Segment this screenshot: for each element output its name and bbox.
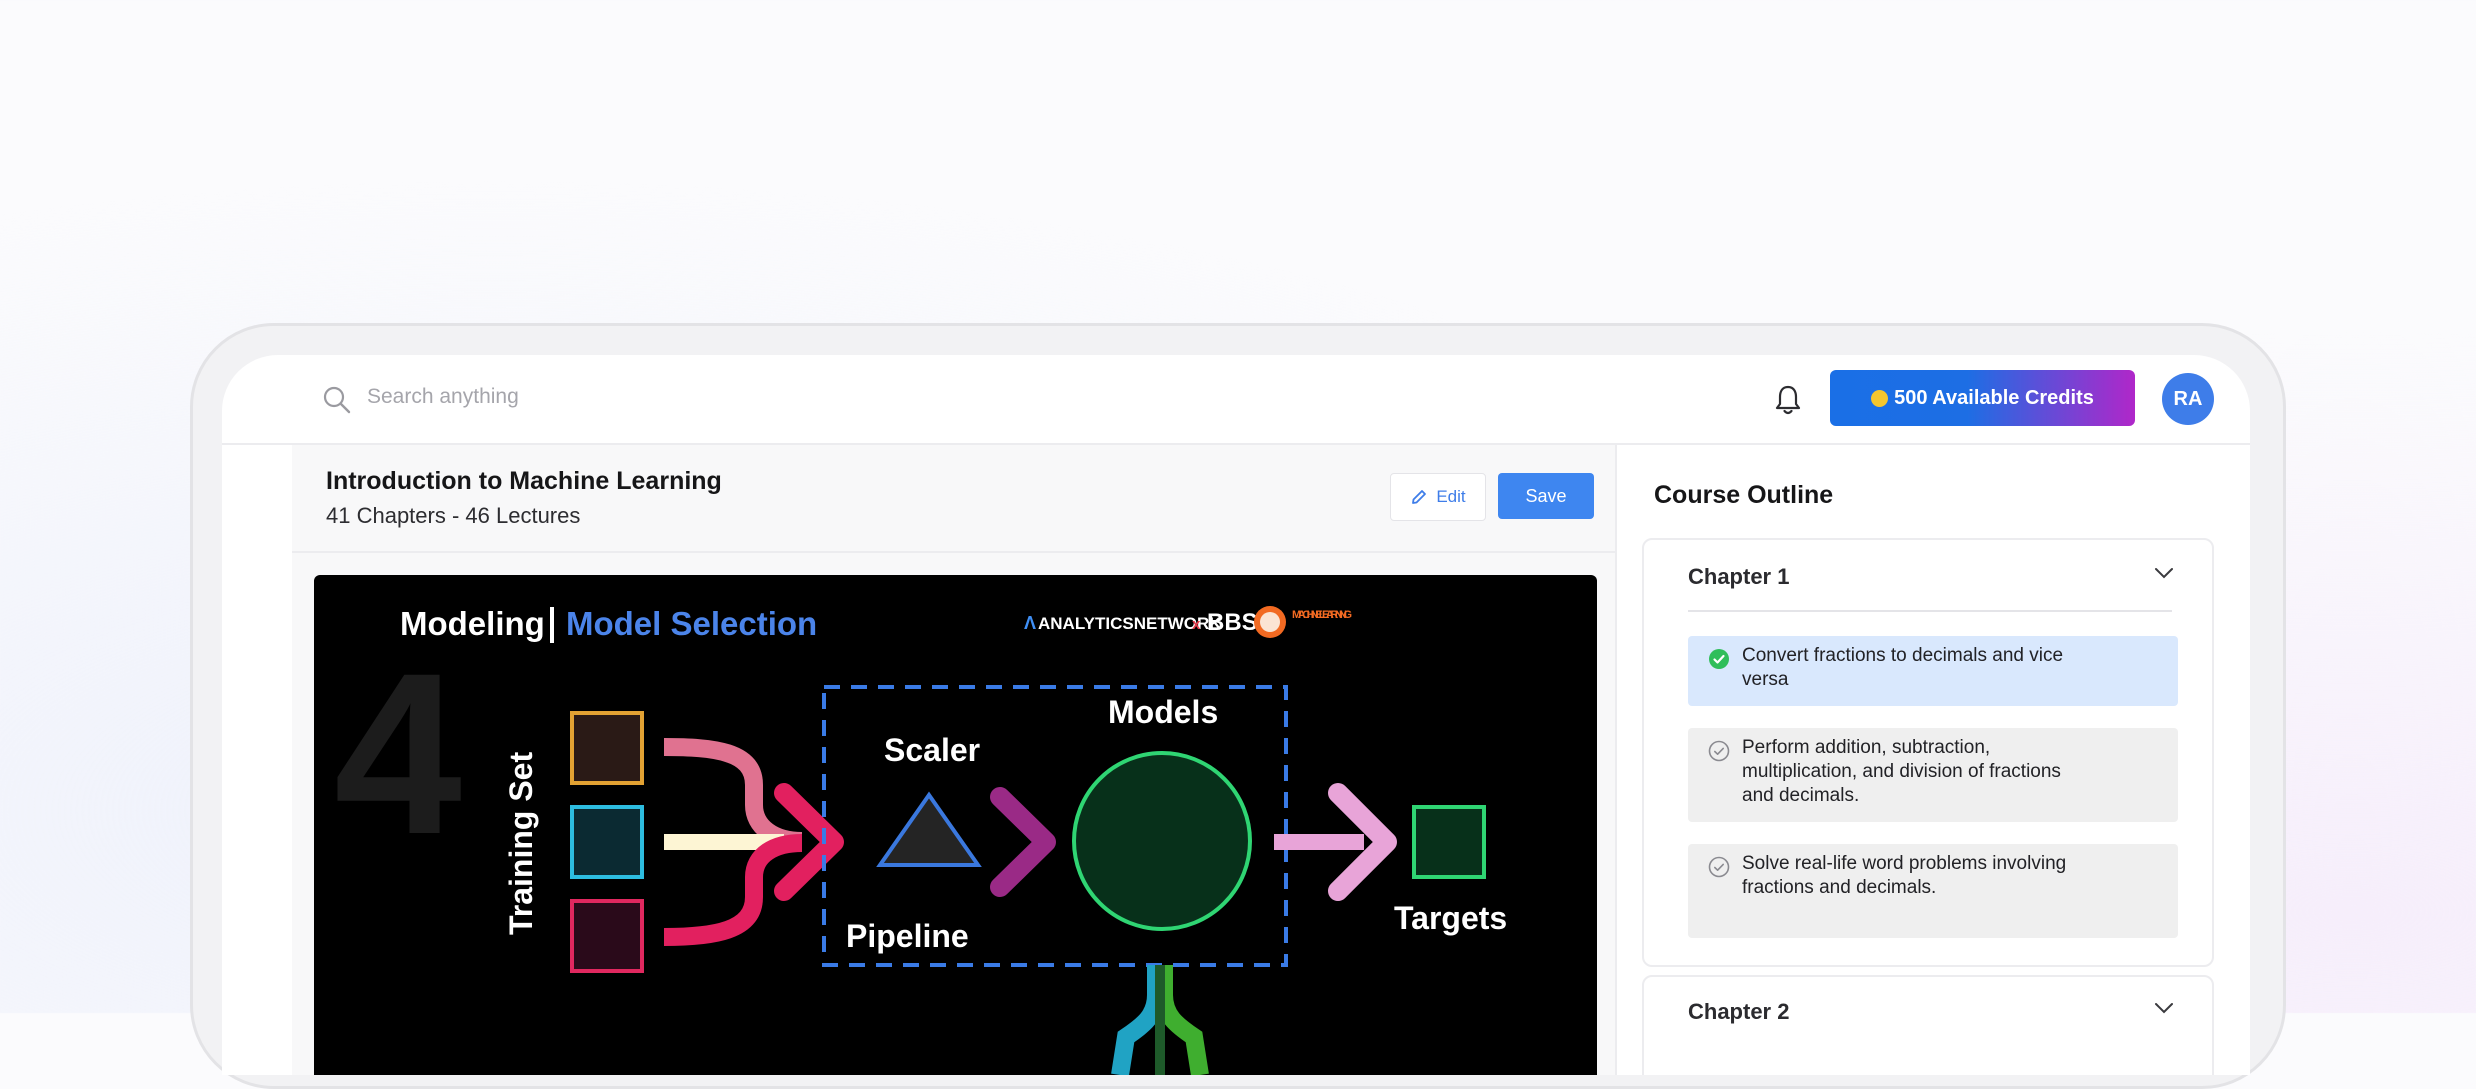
label-pipeline: Pipeline (846, 918, 969, 954)
heading-separator (550, 607, 554, 643)
flow-line-6 (1155, 965, 1209, 1075)
bell-icon[interactable] (1772, 383, 1804, 417)
course-title: Introduction to Machine Learning (326, 467, 722, 495)
course-outline-title: Course Outline (1654, 481, 1834, 509)
course-subtitle: 41 Chapters - 46 Lectures (326, 503, 581, 528)
avatar[interactable]: RA (2162, 373, 2214, 425)
label-scaler: Scaler (884, 732, 980, 768)
label-targets: Targets (1394, 900, 1507, 936)
brand-right: BBS (1207, 609, 1258, 636)
chapter-number: 4 (334, 625, 462, 882)
check-circle-outline-icon (1708, 856, 1730, 878)
edit-label: Edit (1436, 487, 1466, 506)
top-bar: Search anything 500 Available Credits RA (222, 355, 2250, 445)
pencil-icon (1412, 490, 1427, 504)
lesson-item[interactable]: Perform addition, subtraction, multiplic… (1688, 728, 2178, 822)
edit-button[interactable]: Edit (1390, 473, 1486, 521)
coin-icon (1871, 389, 1889, 407)
slide-graphic: 4 Modeling Model Selection Λ ANALYTICSNE… (334, 605, 1507, 1075)
brand-badge: MACHINE LEARNING (1292, 609, 1352, 621)
models-circle (1072, 751, 1252, 931)
analytics-logo-mark: Λ (1024, 613, 1036, 633)
app-screen: Search anything 500 Available Credits RA… (222, 355, 2250, 1075)
slide-heading-left: Modeling (400, 605, 545, 642)
search-icon[interactable] (322, 385, 352, 415)
training-square-2 (570, 805, 644, 879)
credits-label: 500 Available Credits (1894, 386, 2094, 409)
flow-arrow-2 (990, 787, 1056, 897)
brand-x: x (1192, 616, 1201, 633)
lesson-item[interactable]: Convert fractions to decimals and vice v… (1688, 636, 2178, 706)
credits-button[interactable]: 500 Available Credits (1830, 370, 2135, 426)
panel-divider (1615, 445, 1617, 1075)
lesson-label: Convert fractions to decimals and vice v… (1742, 645, 2064, 690)
chevron-down-icon[interactable] (2154, 566, 2174, 580)
slide-heading-right: Model Selection (566, 605, 817, 642)
chapter-title[interactable]: Chapter 1 (1688, 564, 1789, 590)
search-input[interactable]: Search anything (367, 385, 519, 409)
chapter-title[interactable]: Chapter 2 (1688, 999, 1789, 1025)
scaler-triangle (876, 791, 982, 867)
lesson-item[interactable]: Solve real-life word problems involving … (1688, 844, 2178, 938)
label-training-set: Training Set (503, 752, 539, 935)
lesson-label: Perform addition, subtraction, multiplic… (1742, 737, 2061, 806)
chapter-card: Chapter 1 Convert fractions to decimals … (1642, 538, 2214, 967)
label-models: Models (1108, 694, 1218, 730)
training-square-1 (570, 711, 644, 785)
check-circle-outline-icon (1708, 740, 1730, 762)
flow-line-5 (1111, 965, 1165, 1075)
chapter-divider (1688, 610, 2172, 612)
training-square-3 (570, 899, 644, 973)
chapter-card: Chapter 2 (1642, 975, 2214, 1075)
save-button[interactable]: Save (1498, 473, 1594, 519)
check-circle-icon (1709, 649, 1729, 669)
target-square (1412, 805, 1486, 879)
header-divider (292, 551, 1615, 553)
lesson-label: Solve real-life word problems involving … (1742, 853, 2067, 898)
lecture-video-slide[interactable]: 4 Modeling Model Selection Λ ANALYTICSNE… (314, 575, 1597, 1075)
